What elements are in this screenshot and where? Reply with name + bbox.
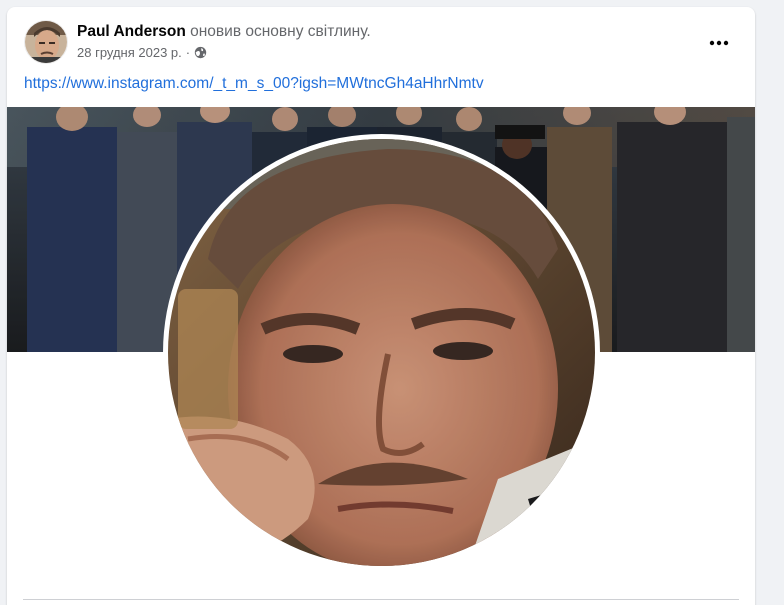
- more-options-button[interactable]: [701, 25, 737, 61]
- feed-post-card: Paul Anderson оновив основну світлину. 2…: [7, 7, 755, 605]
- post-date-link[interactable]: 28 грудня 2023 р.: [77, 45, 182, 60]
- profile-photo[interactable]: [163, 134, 600, 571]
- more-horizontal-icon: [709, 40, 729, 46]
- author-name-link[interactable]: Paul Anderson: [77, 23, 186, 40]
- post-action-text: оновив основну світлину.: [190, 23, 371, 40]
- author-avatar[interactable]: [24, 20, 68, 64]
- post-footer-divider: [23, 599, 739, 600]
- post-header-line: Paul Anderson оновив основну світлину.: [77, 23, 371, 41]
- globe-icon[interactable]: [194, 46, 207, 59]
- profile-photo-image: [168, 139, 595, 566]
- post-meta: 28 грудня 2023 р. ·: [77, 45, 207, 60]
- post-body-link[interactable]: https://www.instagram.com/_t_m_s_00?igsh…: [24, 75, 484, 93]
- avatar-image: [25, 21, 67, 63]
- meta-separator: ·: [185, 45, 191, 60]
